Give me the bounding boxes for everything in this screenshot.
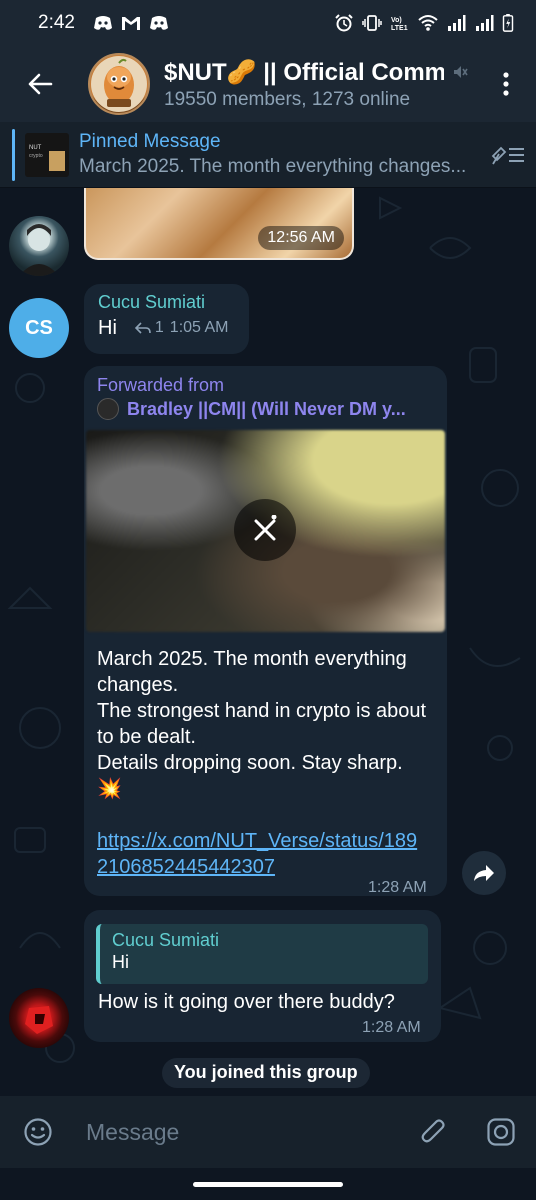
forwarded-text-line1: March 2025. The month everything changes… xyxy=(97,648,407,696)
user-avatar[interactable] xyxy=(9,988,69,1048)
chat-area[interactable]: 12:56 AM CS Cucu Sumiati Hi 1 1:05 AM Fo… xyxy=(0,188,536,1096)
reply-icon xyxy=(134,322,151,334)
tweet-link[interactable]: https://x.com/NUT_Verse/status/189210685… xyxy=(97,828,427,880)
forwarded-label: Forwarded from xyxy=(97,375,225,395)
message-time: 12:56 AM xyxy=(258,226,344,250)
message-text: How is it going over there buddy? xyxy=(98,991,395,1013)
emoji-button[interactable] xyxy=(0,1096,76,1168)
signal-icon xyxy=(448,15,466,31)
chat-header: $NUT🥜 || Official Comm 19550 members, 12… xyxy=(0,46,536,122)
more-menu-button[interactable] xyxy=(476,46,536,122)
paperclip-icon xyxy=(421,1119,445,1143)
pinned-list-button[interactable] xyxy=(480,122,536,188)
sender-name[interactable]: Cucu Sumiati xyxy=(98,292,235,313)
pin-indicator xyxy=(12,128,15,181)
quoted-text: Hi xyxy=(112,952,129,972)
group-title[interactable]: $NUT🥜 || Official Comm xyxy=(164,58,444,87)
explosion-emoji: 💥 xyxy=(97,778,122,800)
battery-icon xyxy=(502,14,514,32)
forwarded-text-line3: Details dropping soon. Stay sharp. xyxy=(97,752,403,774)
status-time: 2:42 xyxy=(38,12,75,33)
home-gesture-handle[interactable] xyxy=(193,1181,343,1187)
message-time: 1:28 AM xyxy=(362,1019,421,1036)
pinned-text: March 2025. The month everything changes… xyxy=(79,156,467,177)
pinned-title: Pinned Message xyxy=(79,131,221,152)
smiley-icon xyxy=(24,1118,52,1146)
svg-text:Vo): Vo) xyxy=(391,17,402,24)
pin-list-icon xyxy=(491,146,524,164)
forward-source-avatar xyxy=(97,398,119,420)
muted-icon xyxy=(454,66,468,78)
back-button[interactable] xyxy=(0,46,80,122)
svg-text:LTE1: LTE1 xyxy=(391,25,408,32)
share-arrow-icon xyxy=(474,865,494,881)
message-time: 1:05 AM xyxy=(169,319,229,336)
wifi-icon xyxy=(418,15,438,31)
user-avatar[interactable] xyxy=(9,216,69,276)
message-text: Hi xyxy=(98,317,117,339)
volte-icon: Vo)LTE1 xyxy=(391,17,408,32)
forward-source-name[interactable]: Bradley ||CM|| (Will Never DM y... xyxy=(127,399,406,420)
cancel-download-button[interactable] xyxy=(234,499,296,561)
pinned-message-bar[interactable]: NUT crypto Pinned Message March 2025. The… xyxy=(0,122,536,188)
service-message: You joined this group xyxy=(162,1058,370,1088)
pinned-thumbnail: NUT crypto xyxy=(25,132,69,177)
svg-text:NUT: NUT xyxy=(29,145,42,151)
more-vertical-icon xyxy=(503,72,509,96)
group-subtitle: 19550 members, 1273 online xyxy=(164,88,411,110)
camera-button[interactable] xyxy=(466,1096,536,1168)
discord-icon xyxy=(149,16,168,30)
camera-icon xyxy=(487,1118,515,1146)
share-button[interactable] xyxy=(462,851,506,895)
vibrate-icon xyxy=(362,15,382,31)
alarm-icon xyxy=(335,14,353,32)
system-nav-bar xyxy=(0,1168,536,1200)
gmail-icon xyxy=(121,17,140,30)
quoted-sender: Cucu Sumiati xyxy=(112,930,220,950)
forwarded-text-line2: The strongest hand in crypto is about to… xyxy=(97,700,427,748)
message-time: 1:28 AM xyxy=(368,879,427,896)
attach-button[interactable] xyxy=(400,1096,466,1168)
reply-count[interactable]: 1 xyxy=(155,319,164,337)
close-icon xyxy=(254,515,277,541)
cucu-avatar[interactable]: CS xyxy=(9,298,69,358)
peanut-mascot-icon xyxy=(91,56,147,112)
status-bar: 2:42 Vo) LTE1 xyxy=(0,0,536,46)
message-bubble[interactable]: Cucu Sumiati Hi 1 1:05 AM xyxy=(84,284,249,354)
image-message[interactable]: 12:56 AM xyxy=(84,188,354,260)
discord-icon xyxy=(93,16,112,30)
quoted-message[interactable]: Cucu Sumiati Hi xyxy=(96,924,428,984)
svg-text:crypto: crypto xyxy=(29,153,43,159)
signal-icon xyxy=(476,15,494,31)
message-input-bar xyxy=(0,1096,536,1168)
arrow-left-icon xyxy=(28,73,53,95)
message-input[interactable] xyxy=(76,1118,400,1146)
group-avatar[interactable] xyxy=(88,53,150,115)
